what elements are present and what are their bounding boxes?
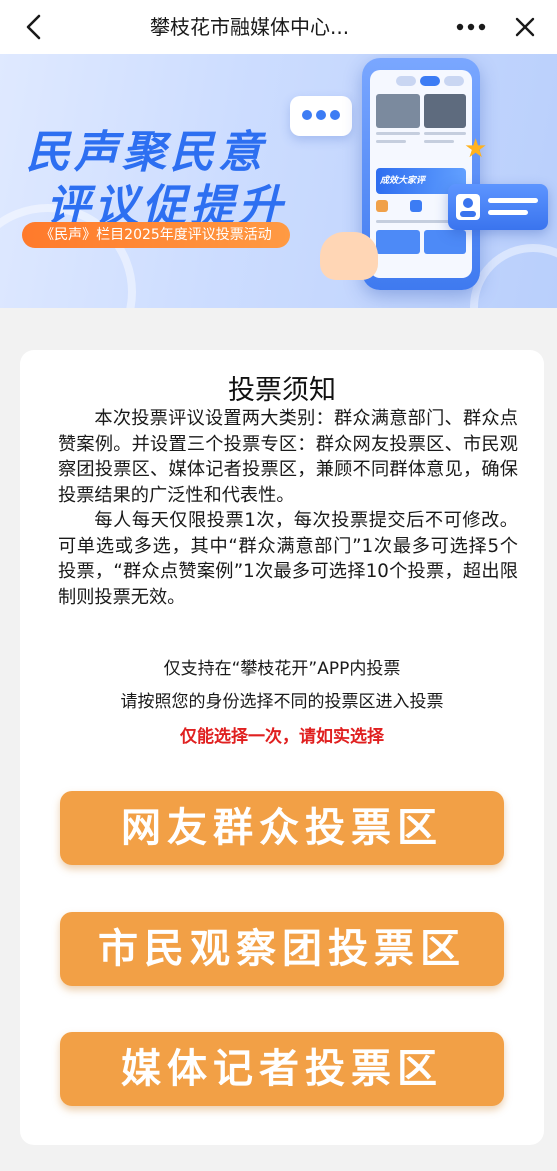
top-nav-bar: 攀枝花市融媒体中心... — [0, 0, 557, 54]
more-button[interactable] — [446, 7, 496, 47]
sparkle-icon: ★ — [464, 134, 488, 164]
notice-paragraph-1: 本次投票评议设置两大类别：群众满意部门、群众点赞案例。并设置三个投票专区：群众网… — [58, 408, 518, 506]
banner-subtitle: 《民声》栏目2025年度评议投票活动 — [22, 222, 290, 248]
id-card-illustration — [448, 184, 548, 230]
choose-zone-note: 请按照您的身份选择不同的投票区进入投票 — [120, 692, 444, 712]
more-dots-icon — [456, 23, 486, 31]
close-button[interactable] — [505, 7, 545, 47]
notice-body: 本次投票评议设置两大类别：群众满意部门、群众点赞案例。并设置三个投票专区：群众网… — [58, 406, 518, 610]
citizen-observer-vote-zone-button[interactable]: 市民观察团投票区 — [60, 912, 504, 986]
phone-screen-caption: 成效大家评 — [380, 176, 426, 186]
close-icon — [515, 17, 535, 37]
warning-note: 仅能选择一次，请如实选择 — [180, 727, 384, 747]
app-only-note: 仅支持在“攀枝花开”APP内投票 — [163, 659, 401, 679]
chevron-left-icon — [26, 14, 41, 40]
phone-illustration: 成效大家评 — [362, 58, 480, 290]
notice-title: 投票须知 — [228, 375, 336, 406]
netizen-vote-zone-button[interactable]: 网友群众投票区 — [60, 791, 504, 865]
media-reporter-vote-zone-button[interactable]: 媒体记者投票区 — [60, 1032, 504, 1106]
decorative-ring — [470, 244, 557, 308]
hand-illustration — [320, 232, 378, 280]
page-title: 攀枝花市融媒体中心... — [150, 15, 350, 39]
chat-bubble-icon — [290, 96, 352, 136]
back-button[interactable] — [14, 7, 54, 47]
event-banner: 民声聚民意 评议促提升 《民声》栏目2025年度评议投票活动 成效大家评 ★ — [0, 54, 557, 308]
notice-paragraph-2: 每人每天仅限投票1次，每次投票提交后不可修改。可单选或多选，其中“群众满意部门”… — [58, 510, 518, 608]
notice-card: 投票须知 本次投票评议设置两大类别：群众满意部门、群众点赞案例。并设置三个投票专… — [20, 350, 544, 1145]
